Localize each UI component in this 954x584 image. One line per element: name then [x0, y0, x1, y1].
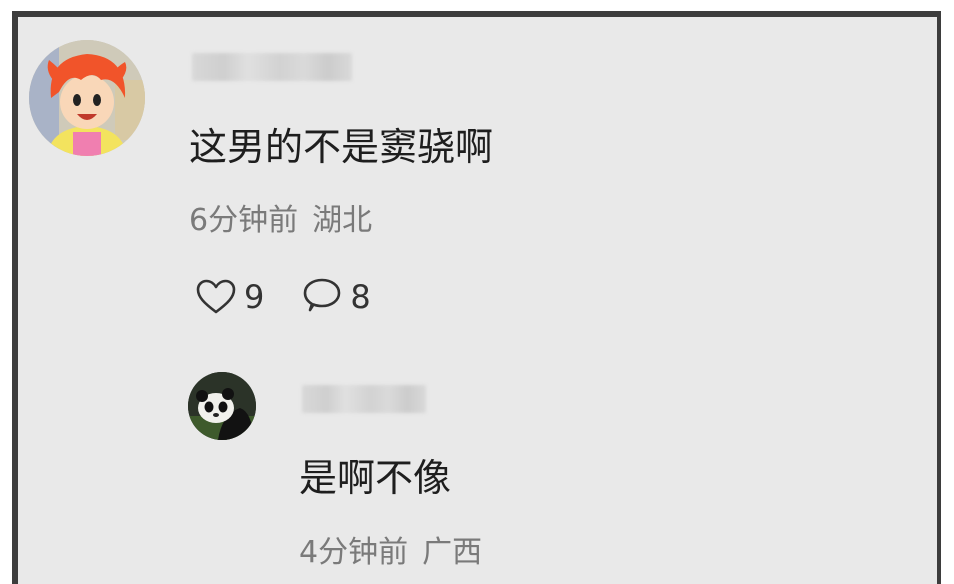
speech-bubble-icon: [304, 278, 341, 312]
like-button[interactable]: 9: [196, 277, 264, 317]
comment-actions: 9 8: [196, 275, 371, 319]
like-count: 9: [244, 278, 265, 316]
comment-location: 湖北: [312, 203, 373, 238]
cartoon-avatar-icon: [29, 40, 145, 156]
avatar[interactable]: [29, 40, 145, 156]
comment-time: 6分钟前: [189, 203, 299, 238]
reply-time: 4分钟前: [299, 535, 409, 570]
reply-meta: 4分钟前 广西: [299, 533, 482, 573]
panda-avatar-icon: [188, 372, 256, 440]
reply-button[interactable]: 8: [302, 277, 371, 317]
comment-text: 这男的不是窦骁啊: [189, 125, 494, 169]
reply-location: 广西: [422, 535, 483, 570]
username-blurred: [302, 385, 426, 413]
comment-meta: 6分钟前 湖北: [189, 201, 372, 241]
heart-icon: [196, 279, 236, 314]
reply-count: 8: [350, 278, 371, 316]
username-blurred: [192, 53, 352, 81]
screenshot-frame: 这男的不是窦骁啊 6分钟前 湖北 9 8 是啊不像 4分钟前 广西: [12, 11, 941, 584]
avatar[interactable]: [188, 372, 256, 440]
reply-text: 是啊不像: [299, 456, 452, 500]
